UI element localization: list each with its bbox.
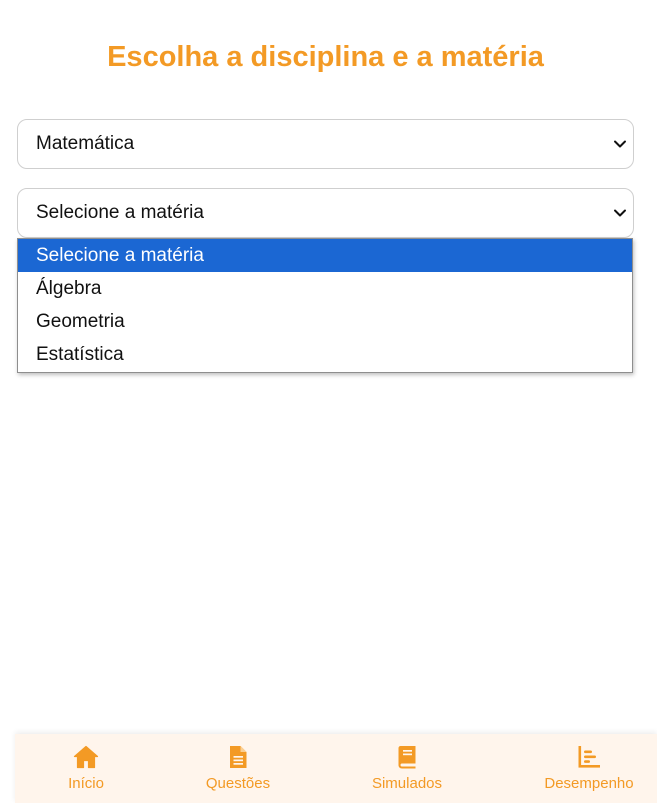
book-icon: [398, 746, 416, 769]
materia-option-estatistica[interactable]: Estatística: [18, 338, 632, 371]
nav-item-inicio[interactable]: Início: [36, 734, 136, 803]
materia-dropdown-list: Selecione a matéria Álgebra Geometria Es…: [17, 238, 633, 373]
nav-label-questoes: Questões: [205, 775, 271, 792]
nav-item-desempenho[interactable]: Desempenho: [529, 734, 649, 803]
materia-select[interactable]: Selecione a matéria: [17, 188, 634, 238]
nav-label-desempenho: Desempenho: [544, 775, 634, 792]
materia-option-algebra[interactable]: Álgebra: [18, 272, 632, 305]
chevron-down-icon: [614, 209, 626, 217]
materia-option-geometria[interactable]: Geometria: [18, 305, 632, 338]
chevron-down-icon: [614, 140, 626, 148]
bottom-nav: Início Questões Simulados Desempenho: [15, 734, 657, 803]
disciplina-select[interactable]: Matemática: [17, 119, 634, 169]
disciplina-select-value: Matemática: [36, 133, 135, 154]
page-title: Escolha a disciplina e a matéria: [107, 41, 544, 73]
nav-label-inicio: Início: [68, 775, 104, 792]
materia-option-placeholder[interactable]: Selecione a matéria: [18, 239, 632, 272]
nav-item-questoes[interactable]: Questões: [188, 734, 288, 803]
chart-icon: [578, 746, 600, 768]
materia-select-value: Selecione a matéria: [36, 202, 204, 223]
document-icon: [230, 746, 247, 768]
page: Escolha a disciplina e a matéria Matemát…: [0, 0, 657, 803]
home-icon: [73, 745, 99, 769]
nav-label-simulados: Simulados: [371, 775, 443, 792]
nav-item-simulados[interactable]: Simulados: [357, 734, 457, 803]
